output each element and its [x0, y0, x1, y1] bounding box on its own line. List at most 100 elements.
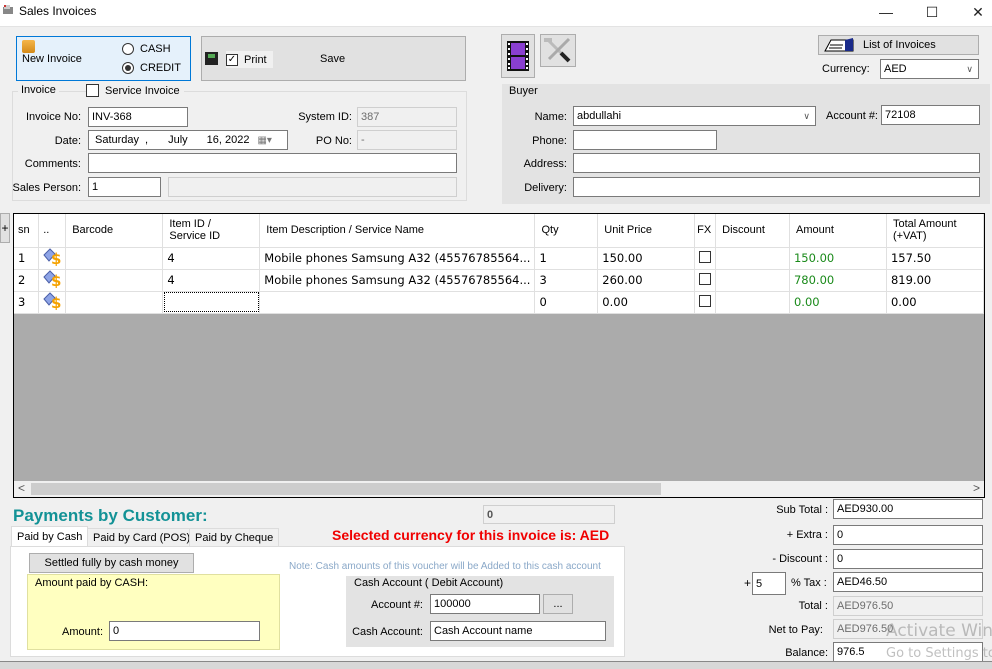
comments-field[interactable] — [88, 153, 457, 173]
fx-checkbox[interactable] — [699, 250, 712, 263]
balance-label: Balance: — [785, 647, 828, 659]
minimize-button[interactable]: — — [864, 0, 908, 24]
cash-radio[interactable]: CASH — [122, 43, 171, 55]
col-discount[interactable]: Discount — [715, 214, 790, 248]
cell-price-icon[interactable]: $ — [38, 269, 67, 292]
settled-fully-button[interactable]: Settled fully by cash money — [29, 553, 194, 573]
col-qty[interactable]: Qty — [534, 214, 599, 248]
svg-text:$: $ — [51, 294, 61, 310]
date-picker[interactable]: Saturday , July 16, 2022 ▦▾ — [88, 130, 288, 150]
discount-field[interactable]: 0 — [833, 549, 983, 569]
phone-field[interactable] — [573, 130, 717, 150]
cell-unit-price[interactable]: 260.00 — [597, 269, 696, 292]
cell-barcode[interactable] — [65, 291, 164, 314]
buyer-name-value: abdullahi — [577, 110, 622, 122]
cash-account-no-field[interactable]: 100000 — [430, 594, 540, 614]
col-item-id[interactable]: Item ID / Service ID — [162, 214, 261, 248]
payment-counter-field: 0 — [483, 505, 615, 524]
cell-discount[interactable] — [715, 247, 790, 270]
cell-description[interactable]: Mobile phones Samsung A32 (45576785564..… — [259, 247, 536, 270]
list-of-invoices-button[interactable]: List of Invoices — [818, 35, 979, 55]
table-row[interactable]: 3 $ 0 0 0.00 0.00 0.00 — [14, 291, 985, 314]
delivery-field[interactable] — [573, 177, 980, 197]
horizontal-scrollbar[interactable]: < > — [14, 481, 984, 497]
scroll-left-icon[interactable]: < — [18, 481, 25, 495]
tab-paid-by-card[interactable]: Paid by Card (POS) — [87, 528, 197, 547]
col-barcode[interactable]: Barcode — [65, 214, 164, 248]
cell-price-icon[interactable]: $ — [38, 247, 67, 270]
tab-paid-by-cheque[interactable]: Paid by Cheque — [189, 528, 280, 547]
calendar-dropdown-icon[interactable]: ▦▾ — [257, 135, 271, 146]
video-button[interactable] — [501, 34, 535, 78]
extra-field[interactable]: 0 — [833, 525, 983, 545]
cell-fx[interactable] — [694, 247, 717, 270]
cash-group-legend: Amount paid by CASH: — [35, 577, 152, 589]
checkbox[interactable]: ✓ — [226, 53, 238, 66]
tax-rate-field[interactable]: 5 — [752, 572, 786, 595]
print-label: Print — [244, 53, 267, 66]
amount-field[interactable]: 0 — [109, 621, 260, 641]
cell-item-id[interactable]: 4 — [162, 247, 261, 270]
col-unit-price[interactable]: Unit Price — [597, 214, 696, 248]
col-dots[interactable]: .. — [38, 214, 67, 248]
cell-fx[interactable] — [694, 269, 717, 292]
browse-account-button[interactable]: ... — [543, 594, 573, 614]
cash-account-legend: Cash Account ( Debit Account) — [354, 577, 504, 589]
divider — [0, 26, 992, 27]
cell-description[interactable]: Mobile phones Samsung A32 (45576785564..… — [259, 269, 536, 292]
currency-select[interactable]: AED ∨ — [880, 59, 979, 79]
po-no-field: - — [357, 130, 457, 150]
col-sn[interactable]: sn — [14, 214, 40, 248]
tax-label: % Tax : — [791, 577, 827, 589]
scroll-right-icon[interactable]: > — [973, 481, 980, 495]
price-tag-dollar-icon: $ — [43, 247, 61, 266]
checkbox[interactable] — [86, 84, 99, 97]
cell-item-id-selected[interactable]: 0 — [162, 291, 261, 314]
print-checkbox[interactable]: ✓ Print — [226, 51, 273, 68]
discount-label: - Discount : — [772, 553, 828, 565]
fx-checkbox[interactable] — [699, 272, 712, 285]
fx-checkbox[interactable] — [699, 294, 712, 307]
col-description[interactable]: Item Description / Service Name — [259, 214, 536, 248]
amount-label: Amount: — [62, 626, 103, 638]
col-fx[interactable]: FX — [694, 214, 717, 248]
cell-barcode[interactable] — [65, 269, 164, 292]
items-grid[interactable]: sn .. Barcode Item ID / Service ID Item D… — [13, 213, 985, 498]
invoice-no-field[interactable]: INV-368 — [88, 107, 188, 127]
cell-description[interactable] — [259, 291, 536, 314]
cell-unit-price[interactable]: 150.00 — [597, 247, 696, 270]
account-field[interactable]: 72108 — [881, 105, 980, 125]
cell-amount: 0.00 — [789, 291, 887, 314]
cell-price-icon[interactable]: $ — [38, 291, 67, 314]
cell-barcode[interactable] — [65, 247, 164, 270]
total-label: Total : — [798, 600, 828, 612]
cash-account-name-field[interactable]: Cash Account name — [430, 621, 606, 641]
cell-total: 157.50 — [886, 247, 985, 270]
address-field[interactable] — [573, 153, 980, 173]
maximize-button[interactable]: ☐ — [910, 0, 954, 24]
scrollbar-thumb[interactable] — [31, 483, 661, 495]
cell-qty[interactable]: 3 — [534, 269, 599, 292]
close-button[interactable]: ✕ — [956, 0, 992, 24]
cell-unit-price[interactable]: 0.00 — [597, 291, 696, 314]
radio-circle[interactable] — [122, 43, 134, 55]
tab-paid-by-cash[interactable]: Paid by Cash — [11, 526, 89, 547]
tools-button[interactable] — [540, 34, 576, 67]
col-total[interactable]: Total Amount (+VAT) — [886, 214, 985, 248]
col-amount[interactable]: Amount — [789, 214, 887, 248]
cell-discount[interactable] — [715, 291, 790, 314]
table-row[interactable]: 1 $ 4 Mobile phones Samsung A32 (4557678… — [14, 247, 985, 270]
cell-qty[interactable]: 0 — [534, 291, 599, 314]
new-invoice-label: New Invoice — [22, 53, 82, 65]
credit-radio[interactable]: CREDIT — [122, 62, 181, 74]
cell-fx[interactable] — [694, 291, 717, 314]
service-invoice-checkbox[interactable]: Service Invoice — [86, 84, 184, 97]
cell-qty[interactable]: 1 — [534, 247, 599, 270]
add-row-button[interactable]: + — [0, 213, 10, 243]
buyer-name-select[interactable]: abdullahi ∨ — [573, 106, 816, 126]
cell-item-id[interactable]: 4 — [162, 269, 261, 292]
table-row[interactable]: 2 $ 4 Mobile phones Samsung A32 (4557678… — [14, 269, 985, 292]
sales-person-field[interactable]: 1 — [88, 177, 161, 197]
cell-discount[interactable] — [715, 269, 790, 292]
radio-circle[interactable] — [122, 62, 134, 74]
